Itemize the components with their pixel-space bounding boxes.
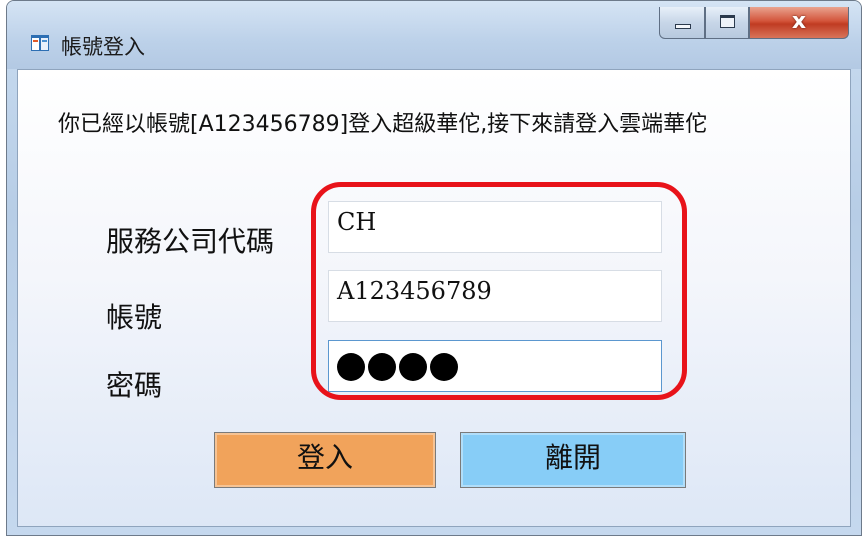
app-icon bbox=[31, 35, 49, 51]
account-label: 帳號 bbox=[106, 301, 163, 334]
login-button[interactable]: 登入 bbox=[214, 432, 436, 488]
maximize-button[interactable] bbox=[705, 7, 749, 39]
company-code-label: 服務公司代碼 bbox=[106, 225, 275, 258]
password-label: 密碼 bbox=[106, 369, 163, 402]
close-button[interactable]: x bbox=[749, 7, 849, 39]
login-notice-text: 你已經以帳號[A123456789]登入超級華佗,接下來請登入雲端華佗 bbox=[58, 112, 708, 137]
close-icon: x bbox=[791, 9, 807, 34]
dialog-body: 你已經以帳號[A123456789]登入超級華佗,接下來請登入雲端華佗 服務公司… bbox=[17, 69, 851, 527]
maximize-icon bbox=[720, 15, 735, 28]
minimize-button[interactable] bbox=[659, 7, 705, 39]
minimize-icon bbox=[675, 24, 691, 29]
title-bar[interactable]: 帳號登入 x bbox=[7, 1, 861, 69]
login-dialog-window: 帳號登入 x 你已經以帳號[A123456789]登入超級華佗,接下來請登入雲端… bbox=[6, 0, 862, 536]
annotation-highlight-box bbox=[311, 182, 687, 400]
exit-button[interactable]: 離開 bbox=[460, 432, 686, 488]
window-title: 帳號登入 bbox=[61, 35, 145, 59]
